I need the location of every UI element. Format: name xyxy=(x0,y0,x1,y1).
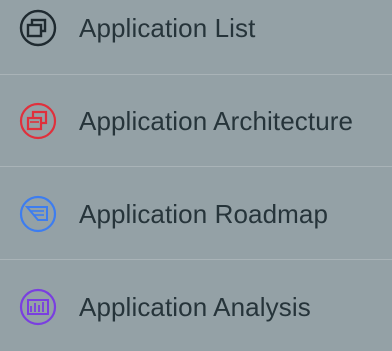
menu-item-label: Application Architecture xyxy=(79,105,354,136)
divider xyxy=(0,74,392,75)
menu-item-application-analysis[interactable]: Application Analysis xyxy=(0,263,392,351)
application-menu: Application List Application Architectur… xyxy=(0,0,392,337)
menu-item-label: Application Analysis xyxy=(79,291,311,322)
menu-item-label: Application Roadmap xyxy=(79,198,329,229)
divider xyxy=(0,259,392,260)
application-roadmap-icon xyxy=(18,194,58,234)
menu-item-application-architecture[interactable]: Application Architecture xyxy=(0,77,392,165)
application-list-icon xyxy=(18,8,58,48)
menu-item-label: Application List xyxy=(79,12,256,43)
application-architecture-icon xyxy=(18,101,58,141)
divider xyxy=(0,166,392,167)
menu-item-application-list[interactable]: Application List xyxy=(0,0,392,72)
application-analysis-icon xyxy=(18,287,58,327)
menu-item-application-roadmap[interactable]: Application Roadmap xyxy=(0,170,392,258)
